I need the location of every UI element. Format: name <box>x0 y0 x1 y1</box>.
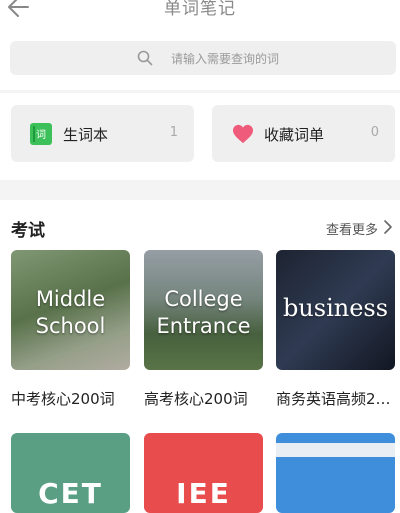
tile-caption[interactable]: 中考核心200词 <box>11 388 136 409</box>
tile-image-text: Middle School <box>35 287 106 338</box>
wordlist-tile-iee[interactable]: IEE <box>144 433 263 513</box>
wordlist-tile-college-entrance[interactable]: College Entrance <box>144 250 263 370</box>
tile-caption[interactable]: 商务英语高频2… <box>276 388 400 409</box>
favorites-count: 0 <box>370 125 379 140</box>
search-bar[interactable]: 请输入需要查询的词 <box>10 41 396 75</box>
section-divider <box>0 180 400 200</box>
vocab-book-card[interactable]: 词 生词本 1 <box>11 105 194 162</box>
vocab-book-label: 生词本 <box>63 126 109 144</box>
heart-icon <box>233 124 253 144</box>
favorites-label: 收藏词单 <box>264 126 325 144</box>
search-icon <box>137 50 153 66</box>
tile-image-strip <box>276 443 395 457</box>
section-title-exam: 考试 <box>11 221 45 241</box>
vocab-book-icon: 词 <box>30 123 52 145</box>
tile-image-text: business <box>282 294 389 322</box>
favorites-card[interactable]: 收藏词单 0 <box>212 105 395 162</box>
tile-caption[interactable]: 高考核心200词 <box>144 388 270 409</box>
tile-image-text: College Entrance <box>156 287 251 338</box>
wordlist-tile-cet[interactable]: CET <box>11 433 130 513</box>
see-more-link[interactable]: 查看更多 <box>326 219 378 238</box>
wordlist-tile-blue[interactable] <box>276 433 395 513</box>
wordlist-tile-middle-school[interactable]: Middle School <box>11 250 130 370</box>
vocab-book-count: 1 <box>169 125 178 140</box>
divider <box>0 90 400 93</box>
tile-image-text: CET <box>38 477 103 510</box>
page-title: 单词笔记 <box>164 0 236 19</box>
tile-image-text: IEE <box>176 477 231 510</box>
chevron-right-icon[interactable] <box>382 219 394 235</box>
wordlist-tile-business[interactable]: business <box>276 250 395 370</box>
header: 单词笔记 <box>0 0 400 30</box>
search-input[interactable]: 请输入需要查询的词 <box>171 50 279 67</box>
